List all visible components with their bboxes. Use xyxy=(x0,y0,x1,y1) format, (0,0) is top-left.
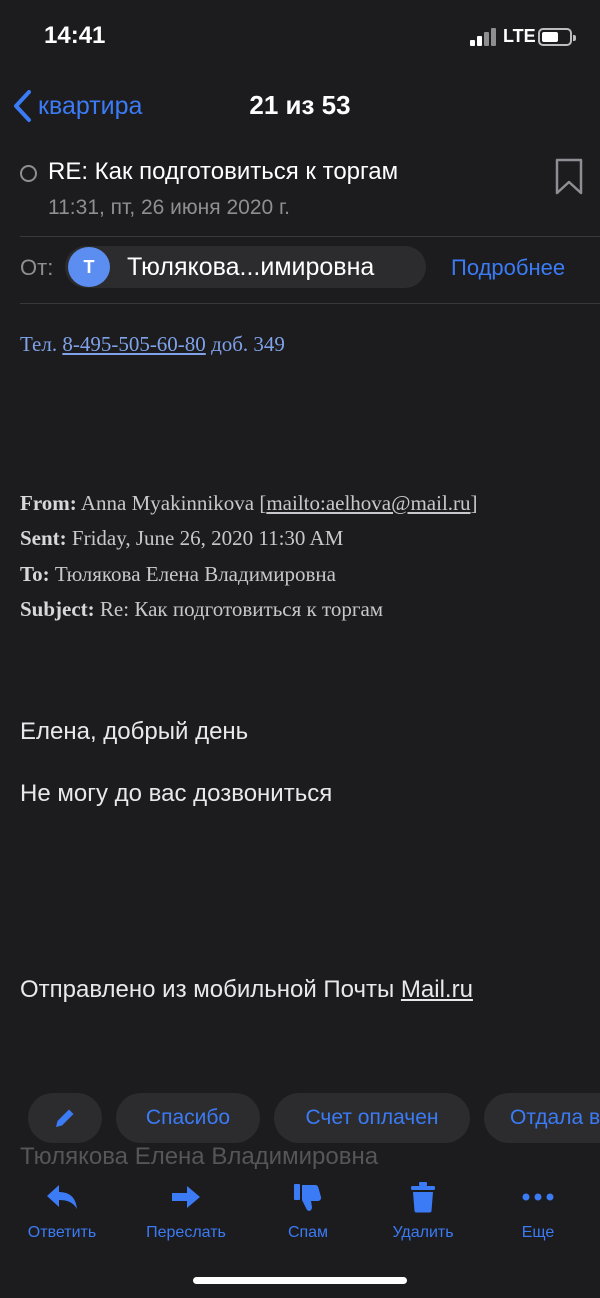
tel-ext: доб. 349 xyxy=(211,332,285,356)
quoted-from-key: From: xyxy=(20,491,77,515)
bookmark-icon[interactable] xyxy=(554,158,584,201)
quoted-to-key: To: xyxy=(20,562,50,586)
quoted-to: To: Тюлякова Елена Владимировна xyxy=(20,562,336,587)
body-greeting: Елена, добрый день xyxy=(20,718,249,745)
signature-text: Отправлено из мобильной Почты xyxy=(20,976,401,1003)
quoted-sent: Sent: Friday, June 26, 2020 11:30 AM xyxy=(20,526,343,551)
spam-label: Спам xyxy=(287,1224,329,1241)
quoted-to-value: Тюлякова Елена Владимировна xyxy=(54,562,336,586)
quoted-from-value: Anna Myakinnikova [ xyxy=(80,491,267,515)
quick-reply-chip[interactable]: Счет оплачен xyxy=(274,1093,470,1143)
tel-prefix: Тел. xyxy=(20,332,58,356)
forward-button[interactable]: Переслать xyxy=(131,1180,241,1242)
delete-button[interactable]: Удалить xyxy=(368,1180,478,1242)
quoted-sent-value: Friday, June 26, 2020 11:30 AM xyxy=(71,526,344,550)
more-label: Еще xyxy=(521,1224,555,1241)
body-line: Не могу до вас дозвониться xyxy=(20,780,333,807)
network-type: LTE xyxy=(503,26,536,46)
divider xyxy=(20,303,600,304)
reply-label: Ответить xyxy=(27,1224,97,1241)
quoted-subject-key: Subject: xyxy=(20,597,95,621)
faded-body-text: Тюлякова Елена Владимировна xyxy=(20,1143,379,1170)
quick-reply-chip[interactable]: Спасибо xyxy=(116,1093,260,1143)
quoted-from-close: ] xyxy=(470,491,478,515)
mailto-link[interactable]: mailto:aelhova@mail.ru xyxy=(266,491,470,515)
thumbs-down-icon xyxy=(294,1184,322,1211)
forward-icon xyxy=(172,1186,200,1208)
edit-quick-reply-button[interactable] xyxy=(28,1093,102,1143)
quoted-from: From: Anna Myakinnikova [mailto:aelhova@… xyxy=(20,491,478,516)
pencil-icon xyxy=(56,1109,74,1127)
details-link[interactable]: Подробнее xyxy=(451,255,565,281)
message-subject: RE: Как подготовиться к торгам xyxy=(48,158,399,185)
reply-icon xyxy=(47,1185,77,1209)
quoted-sent-key: Sent: xyxy=(20,526,67,550)
unread-toggle[interactable] xyxy=(20,165,37,182)
reply-button[interactable]: Ответить xyxy=(7,1180,117,1242)
delete-label: Удалить xyxy=(392,1224,454,1241)
quoted-subject-value: Re: Как подготовиться к торгам xyxy=(99,597,384,621)
quoted-subject: Subject: Re: Как подготовиться к торгам xyxy=(20,597,383,622)
message-date: 11:31, пт, 26 июня 2020 г. xyxy=(48,196,290,219)
home-indicator xyxy=(193,1277,407,1284)
message-counter: 21 из 53 xyxy=(249,90,351,120)
more-icon xyxy=(522,1193,554,1201)
avatar: Т xyxy=(68,247,110,287)
mailru-link[interactable]: Mail.ru xyxy=(401,976,473,1003)
forward-label: Переслать xyxy=(146,1224,226,1241)
phone-line: Тел. 8-495-505-60-80 доб. 349 xyxy=(20,332,285,357)
phone-link[interactable]: 8-495-505-60-80 xyxy=(62,332,205,356)
more-button[interactable]: Еще xyxy=(483,1180,593,1242)
from-label: От: xyxy=(20,255,54,280)
spam-button[interactable]: Спам xyxy=(253,1180,363,1242)
quick-reply-chip[interactable]: Отдала в xyxy=(484,1093,600,1143)
divider xyxy=(20,236,600,237)
status-time: 14:41 xyxy=(44,22,106,49)
trash-icon xyxy=(411,1182,435,1213)
sender-name[interactable]: Тюлякова...имировна xyxy=(127,253,374,282)
battery-icon xyxy=(538,28,576,46)
signature: Отправлено из мобильной Почты Mail.ru xyxy=(20,976,473,1004)
signal-icon xyxy=(470,28,498,46)
